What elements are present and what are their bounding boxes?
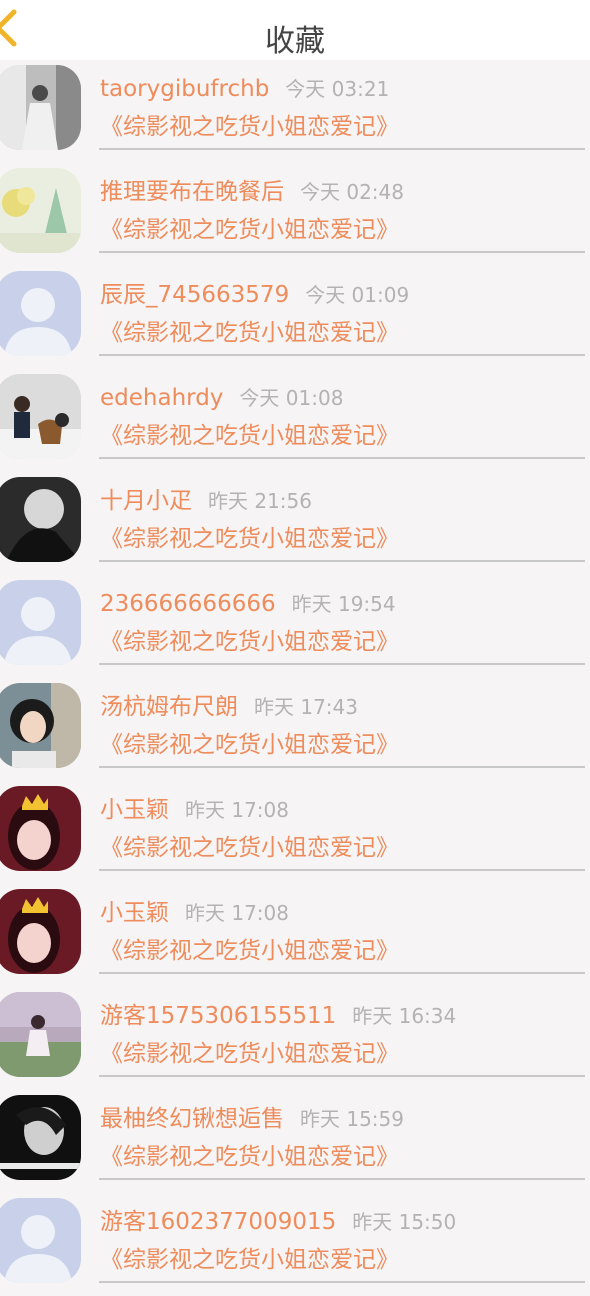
timestamp: 昨天 15:59 <box>300 1107 404 1131</box>
user-name[interactable]: 236666666666 <box>100 591 276 617</box>
timestamp: 昨天 17:43 <box>254 695 358 719</box>
avatar[interactable] <box>0 992 81 1077</box>
avatar-photo <box>0 683 81 768</box>
book-title[interactable]: 《综影视之吃货小姐恋爱记》 <box>100 1039 399 1069</box>
list-item[interactable]: taorygibufrchb 今天 03:21 《综影视之吃货小姐恋爱记》 <box>0 60 590 163</box>
timestamp: 昨天 19:54 <box>291 592 396 616</box>
book-title[interactable]: 《综影视之吃货小姐恋爱记》 <box>100 627 399 657</box>
book-title[interactable]: 《综影视之吃货小姐恋爱记》 <box>100 1245 399 1275</box>
divider <box>99 766 585 768</box>
avatar[interactable] <box>0 683 81 768</box>
avatar[interactable] <box>0 1095 81 1180</box>
avatar-photo <box>0 1095 81 1180</box>
avatar-photo <box>0 477 81 562</box>
divider <box>99 251 585 253</box>
list-item[interactable]: 汤杭姆布尺朗 昨天 17:43 《综影视之吃货小姐恋爱记》 <box>0 678 590 781</box>
avatar[interactable] <box>0 786 81 871</box>
divider <box>99 1281 585 1283</box>
avatar-photo <box>0 374 81 459</box>
divider <box>99 457 585 459</box>
timestamp: 今天 03:21 <box>285 77 390 101</box>
list-item[interactable]: edehahrdy 今天 01:08 《综影视之吃货小姐恋爱记》 <box>0 369 590 472</box>
timestamp: 昨天 15:50 <box>352 1210 457 1234</box>
divider <box>99 354 585 356</box>
avatar[interactable] <box>0 65 81 150</box>
avatar[interactable] <box>0 1198 81 1283</box>
book-title[interactable]: 《综影视之吃货小姐恋爱记》 <box>100 215 399 245</box>
avatar-photo <box>0 992 81 1077</box>
user-name[interactable]: 小玉颖 <box>100 797 169 823</box>
list-item[interactable]: 十月小疋 昨天 21:56 《综影视之吃货小姐恋爱记》 <box>0 472 590 575</box>
avatar-photo <box>0 65 81 150</box>
user-name[interactable]: 辰辰_745663579 <box>100 282 289 308</box>
list-item[interactable]: 游客1575306155511 昨天 16:34 《综影视之吃货小姐恋爱记》 <box>0 987 590 1090</box>
top-bar: 收藏 <box>0 0 590 60</box>
list-item[interactable]: 辰辰_745663579 今天 01:09 《综影视之吃货小姐恋爱记》 <box>0 266 590 369</box>
default-user-icon <box>0 271 81 356</box>
page-title: 收藏 <box>265 24 325 59</box>
list-item[interactable]: 游客1602377009015 昨天 15:50 《综影视之吃货小姐恋爱记》 <box>0 1193 590 1296</box>
avatar[interactable] <box>0 477 81 562</box>
user-name[interactable]: 汤杭姆布尺朗 <box>100 694 238 720</box>
book-title[interactable]: 《综影视之吃货小姐恋爱记》 <box>100 833 399 863</box>
list-item[interactable]: 小玉颖 昨天 17:08 《综影视之吃货小姐恋爱记》 <box>0 781 590 884</box>
divider <box>99 560 585 562</box>
user-name[interactable]: taorygibufrchb <box>100 76 269 102</box>
avatar[interactable] <box>0 271 81 356</box>
user-name[interactable]: 小玉颖 <box>100 900 169 926</box>
avatar-photo <box>0 168 81 253</box>
default-user-icon <box>0 580 81 665</box>
list-item[interactable]: 最柚终幻锹想逅售 昨天 15:59 《综影视之吃货小姐恋爱记》 <box>0 1090 590 1193</box>
timestamp: 昨天 17:08 <box>185 901 289 925</box>
book-title[interactable]: 《综影视之吃货小姐恋爱记》 <box>100 112 399 142</box>
timestamp: 昨天 16:34 <box>352 1004 457 1028</box>
divider <box>99 869 585 871</box>
book-title[interactable]: 《综影视之吃货小姐恋爱记》 <box>100 1142 399 1172</box>
timestamp: 今天 01:09 <box>305 283 410 307</box>
divider <box>99 1075 585 1077</box>
user-name[interactable]: 推理要布在晚餐后 <box>100 179 284 205</box>
divider <box>99 1178 585 1180</box>
avatar[interactable] <box>0 374 81 459</box>
timestamp: 今天 02:48 <box>300 180 404 204</box>
divider <box>99 663 585 665</box>
divider <box>99 148 585 150</box>
avatar-photo <box>0 889 81 974</box>
user-name[interactable]: 游客1602377009015 <box>100 1209 336 1235</box>
list-item[interactable]: 小玉颖 昨天 17:08 《综影视之吃货小姐恋爱记》 <box>0 884 590 987</box>
user-name[interactable]: 十月小疋 <box>100 488 192 514</box>
timestamp: 昨天 21:56 <box>208 489 312 513</box>
book-title[interactable]: 《综影视之吃货小姐恋爱记》 <box>100 730 399 760</box>
list-item[interactable]: 推理要布在晚餐后 今天 02:48 《综影视之吃货小姐恋爱记》 <box>0 163 590 266</box>
book-title[interactable]: 《综影视之吃货小姐恋爱记》 <box>100 421 399 451</box>
user-name[interactable]: 最柚终幻锹想逅售 <box>100 1106 284 1132</box>
user-name[interactable]: edehahrdy <box>100 385 223 411</box>
avatar[interactable] <box>0 168 81 253</box>
avatar[interactable] <box>0 889 81 974</box>
list-item[interactable]: 236666666666 昨天 19:54 《综影视之吃货小姐恋爱记》 <box>0 575 590 678</box>
timestamp: 昨天 17:08 <box>185 798 289 822</box>
book-title[interactable]: 《综影视之吃货小姐恋爱记》 <box>100 936 399 966</box>
user-name[interactable]: 游客1575306155511 <box>100 1003 336 1029</box>
timestamp: 今天 01:08 <box>239 386 344 410</box>
book-title[interactable]: 《综影视之吃货小姐恋爱记》 <box>100 524 399 554</box>
avatar[interactable] <box>0 580 81 665</box>
divider <box>99 972 585 974</box>
avatar-photo <box>0 786 81 871</box>
favorites-list: taorygibufrchb 今天 03:21 《综影视之吃货小姐恋爱记》 推理要… <box>0 60 590 1296</box>
default-user-icon <box>0 1198 81 1283</box>
book-title[interactable]: 《综影视之吃货小姐恋爱记》 <box>100 318 399 348</box>
